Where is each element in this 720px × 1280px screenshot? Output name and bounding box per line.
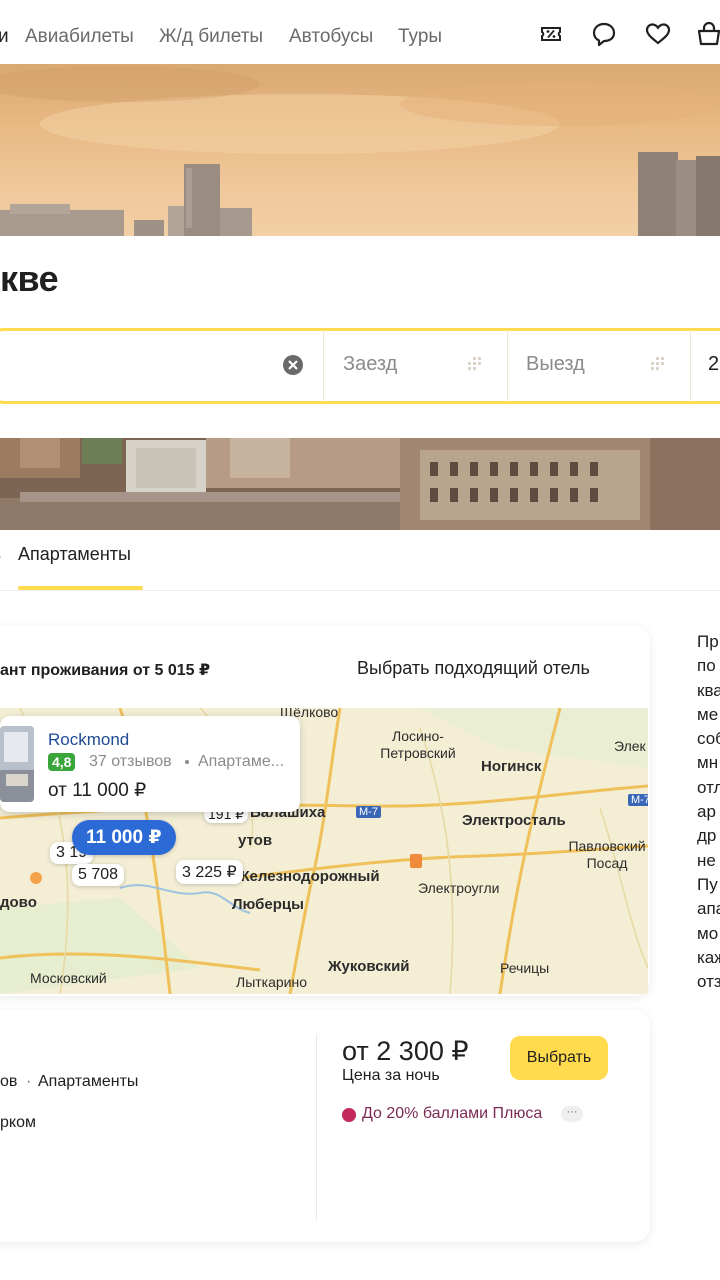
pick-hotel-link[interactable]: Выбрать подходящий отель xyxy=(357,658,590,679)
plus-points-icon xyxy=(342,1108,356,1122)
calendar-icon xyxy=(468,357,481,370)
page-title: кве xyxy=(0,258,59,299)
map-label: утов xyxy=(238,832,273,849)
map-label: Железнодорожный xyxy=(236,868,380,885)
side-description: Пр по ква ме соб мн отл ар др не Пу апа … xyxy=(697,630,720,994)
cart-icon[interactable] xyxy=(695,20,720,48)
tab-separator: › xyxy=(0,548,1,566)
heart-icon[interactable] xyxy=(644,20,672,48)
hotel-name[interactable]: Rockmond xyxy=(48,730,129,750)
map-label: Электроугли xyxy=(418,880,500,896)
offer-reviews[interactable]: ов xyxy=(0,1073,17,1091)
search-divider xyxy=(507,330,508,402)
rating-badge: 4,8 xyxy=(48,753,76,771)
nav-item-flights[interactable]: Авиабилеты xyxy=(25,26,134,48)
search-divider xyxy=(690,330,691,402)
discount-icon[interactable] xyxy=(537,20,565,48)
map-label: Московский xyxy=(30,970,107,986)
map-price-marker-selected[interactable]: 11 000 ₽ xyxy=(72,820,176,855)
map-label: Элек xyxy=(614,738,646,754)
side-text-line: не xyxy=(697,850,716,870)
card-divider xyxy=(316,1034,317,1220)
hotel-thumbnail xyxy=(0,726,34,802)
search-divider xyxy=(323,330,324,402)
hero-banner xyxy=(0,64,720,236)
nav-item-trains[interactable]: Ж/д билеты xyxy=(159,26,263,48)
map-label: Ногинск xyxy=(481,758,542,775)
map-label: Лосино-Петровский xyxy=(380,728,456,761)
separator-dot: · xyxy=(26,1073,32,1090)
side-text-line: мо xyxy=(697,923,719,943)
hotel-price: от 11 000 ₽ xyxy=(48,780,147,801)
offer-price: от 2 300 ₽ xyxy=(342,1036,469,1066)
nav-item-tours[interactable]: Туры xyxy=(398,26,442,48)
tabs-divider xyxy=(0,590,720,591)
map-label: Павловский Посад xyxy=(568,838,646,871)
map-label: Жуковский xyxy=(328,958,410,975)
clear-icon[interactable] xyxy=(282,354,304,376)
side-text-line: ква xyxy=(697,680,720,700)
side-text-line: каж xyxy=(697,947,720,967)
reviews-count[interactable]: 37 отзывов xyxy=(89,753,172,771)
checkout-field[interactable]: Выезд xyxy=(526,353,585,376)
side-text-line: ме xyxy=(697,704,719,724)
hotel-type: Апартаме... xyxy=(198,753,285,770)
price-caption: Цена за ночь xyxy=(342,1067,440,1084)
more-options-button[interactable]: ··· xyxy=(561,1106,583,1122)
nav-item-buses[interactable]: Автобусы xyxy=(289,26,373,48)
side-text-line: апа xyxy=(697,899,720,919)
offer-type: Апартаменты xyxy=(38,1073,139,1090)
map-label: Речицы xyxy=(500,960,550,976)
city-photo xyxy=(0,438,720,530)
guests-field[interactable]: 2 xyxy=(708,353,719,376)
select-button[interactable]: Выбрать xyxy=(510,1036,608,1080)
offer-feature: рком xyxy=(0,1114,36,1131)
map-price-marker[interactable]: 5 708 xyxy=(72,864,125,886)
highway-marker: М-7 xyxy=(628,794,648,806)
highway-marker: М-7 xyxy=(356,806,381,818)
map-price-marker[interactable]: 3 225 ₽ xyxy=(176,860,243,884)
separator-dot xyxy=(185,760,189,764)
side-text-line: др xyxy=(697,826,717,846)
tab-apartments[interactable]: Апартаменты xyxy=(18,544,131,565)
side-text-line: отл xyxy=(697,777,720,797)
top-navigation: и Авиабилеты Ж/д билеты Автобусы Туры xyxy=(0,0,720,72)
min-price-label: ант проживания от 5 015 ₽ xyxy=(0,662,211,679)
map-label: Электросталь xyxy=(462,812,566,829)
side-text-line: отз xyxy=(697,972,720,992)
nav-item-hotels[interactable]: и xyxy=(0,26,9,48)
side-text-line: ар xyxy=(697,802,716,822)
plus-points-text: До 20% баллами Плюса xyxy=(362,1105,543,1122)
map-label: Лыткарино xyxy=(236,974,308,990)
chat-icon[interactable] xyxy=(590,20,618,48)
checkin-field[interactable]: Заезд xyxy=(343,353,397,376)
calendar-icon xyxy=(651,357,664,370)
side-text-line: по xyxy=(697,656,716,676)
side-text-line: соб xyxy=(697,729,720,749)
side-text-line: мн xyxy=(697,753,719,773)
map-label: Люберцы xyxy=(232,896,304,913)
side-text-line: Пр xyxy=(697,632,719,651)
side-text-line: Пу xyxy=(697,874,718,894)
map-label: дово xyxy=(0,894,37,911)
city-skyline-illustration xyxy=(0,66,720,236)
